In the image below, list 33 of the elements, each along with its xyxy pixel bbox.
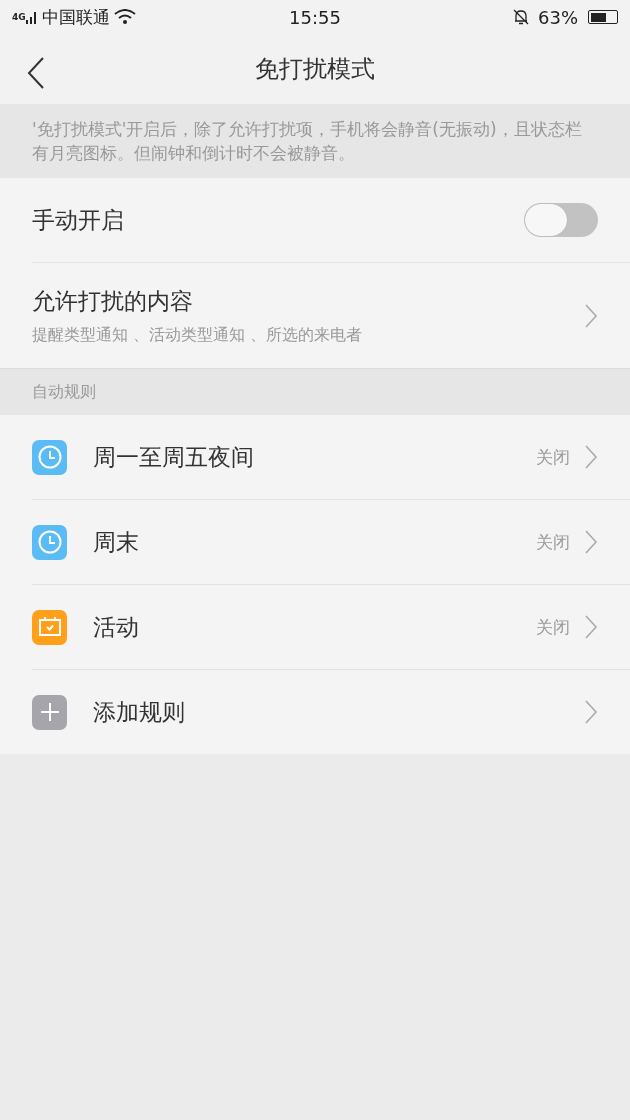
wifi-icon: [113, 9, 136, 25]
rule-status: 关闭: [536, 445, 570, 469]
rule-row[interactable]: 周末 关闭: [32, 500, 630, 585]
clock-time: 15:55: [289, 6, 341, 28]
rule-status: 关闭: [536, 615, 570, 639]
info-note: '免打扰模式'开启后，除了允许打扰项，手机将会静音(无振动)，且状态栏有月亮图标。但闹钟和倒计时不会被静音。: [0, 104, 630, 178]
setting-summary: 提醒类型通知 、活动类型通知 、所选的来电者: [32, 324, 363, 346]
battery-percent: 63%: [538, 6, 578, 28]
rule-status: 关闭: [536, 530, 570, 554]
setting-label: 允许打扰的内容: [32, 286, 194, 316]
muted-bell-icon: [512, 8, 530, 26]
rule-label: 活动: [93, 612, 140, 642]
signal-icon: [25, 10, 38, 24]
rule-label: 添加规则: [93, 697, 186, 727]
page-title: 免打扰模式: [255, 54, 375, 85]
chevron-icon: [584, 444, 598, 470]
rule-label: 周一至周五夜间: [93, 442, 255, 472]
carrier-name: 中国联通: [41, 5, 110, 29]
section-header: 自动规则: [32, 381, 96, 403]
battery-icon: [588, 10, 618, 24]
allowed-content-row[interactable]: 允许打扰的内容 提醒类型通知 、活动类型通知 、所选的来电者: [0, 263, 630, 368]
toggle-switch[interactable]: [524, 203, 598, 237]
rule-row[interactable]: 周一至周五夜间 关闭: [32, 415, 630, 500]
chevron-icon: [584, 614, 598, 640]
rule-label: 周末: [93, 527, 140, 557]
network-type: 4G: [12, 11, 26, 22]
chevron-icon: [584, 699, 598, 725]
chevron-icon: [584, 529, 598, 555]
setting-label: 手动开启: [32, 205, 124, 235]
manual-enable-row[interactable]: 手动开启: [32, 178, 630, 263]
chevron-icon: [584, 302, 598, 329]
rule-row[interactable]: 添加规则: [0, 670, 630, 754]
rule-row[interactable]: 活动 关闭: [32, 585, 630, 670]
